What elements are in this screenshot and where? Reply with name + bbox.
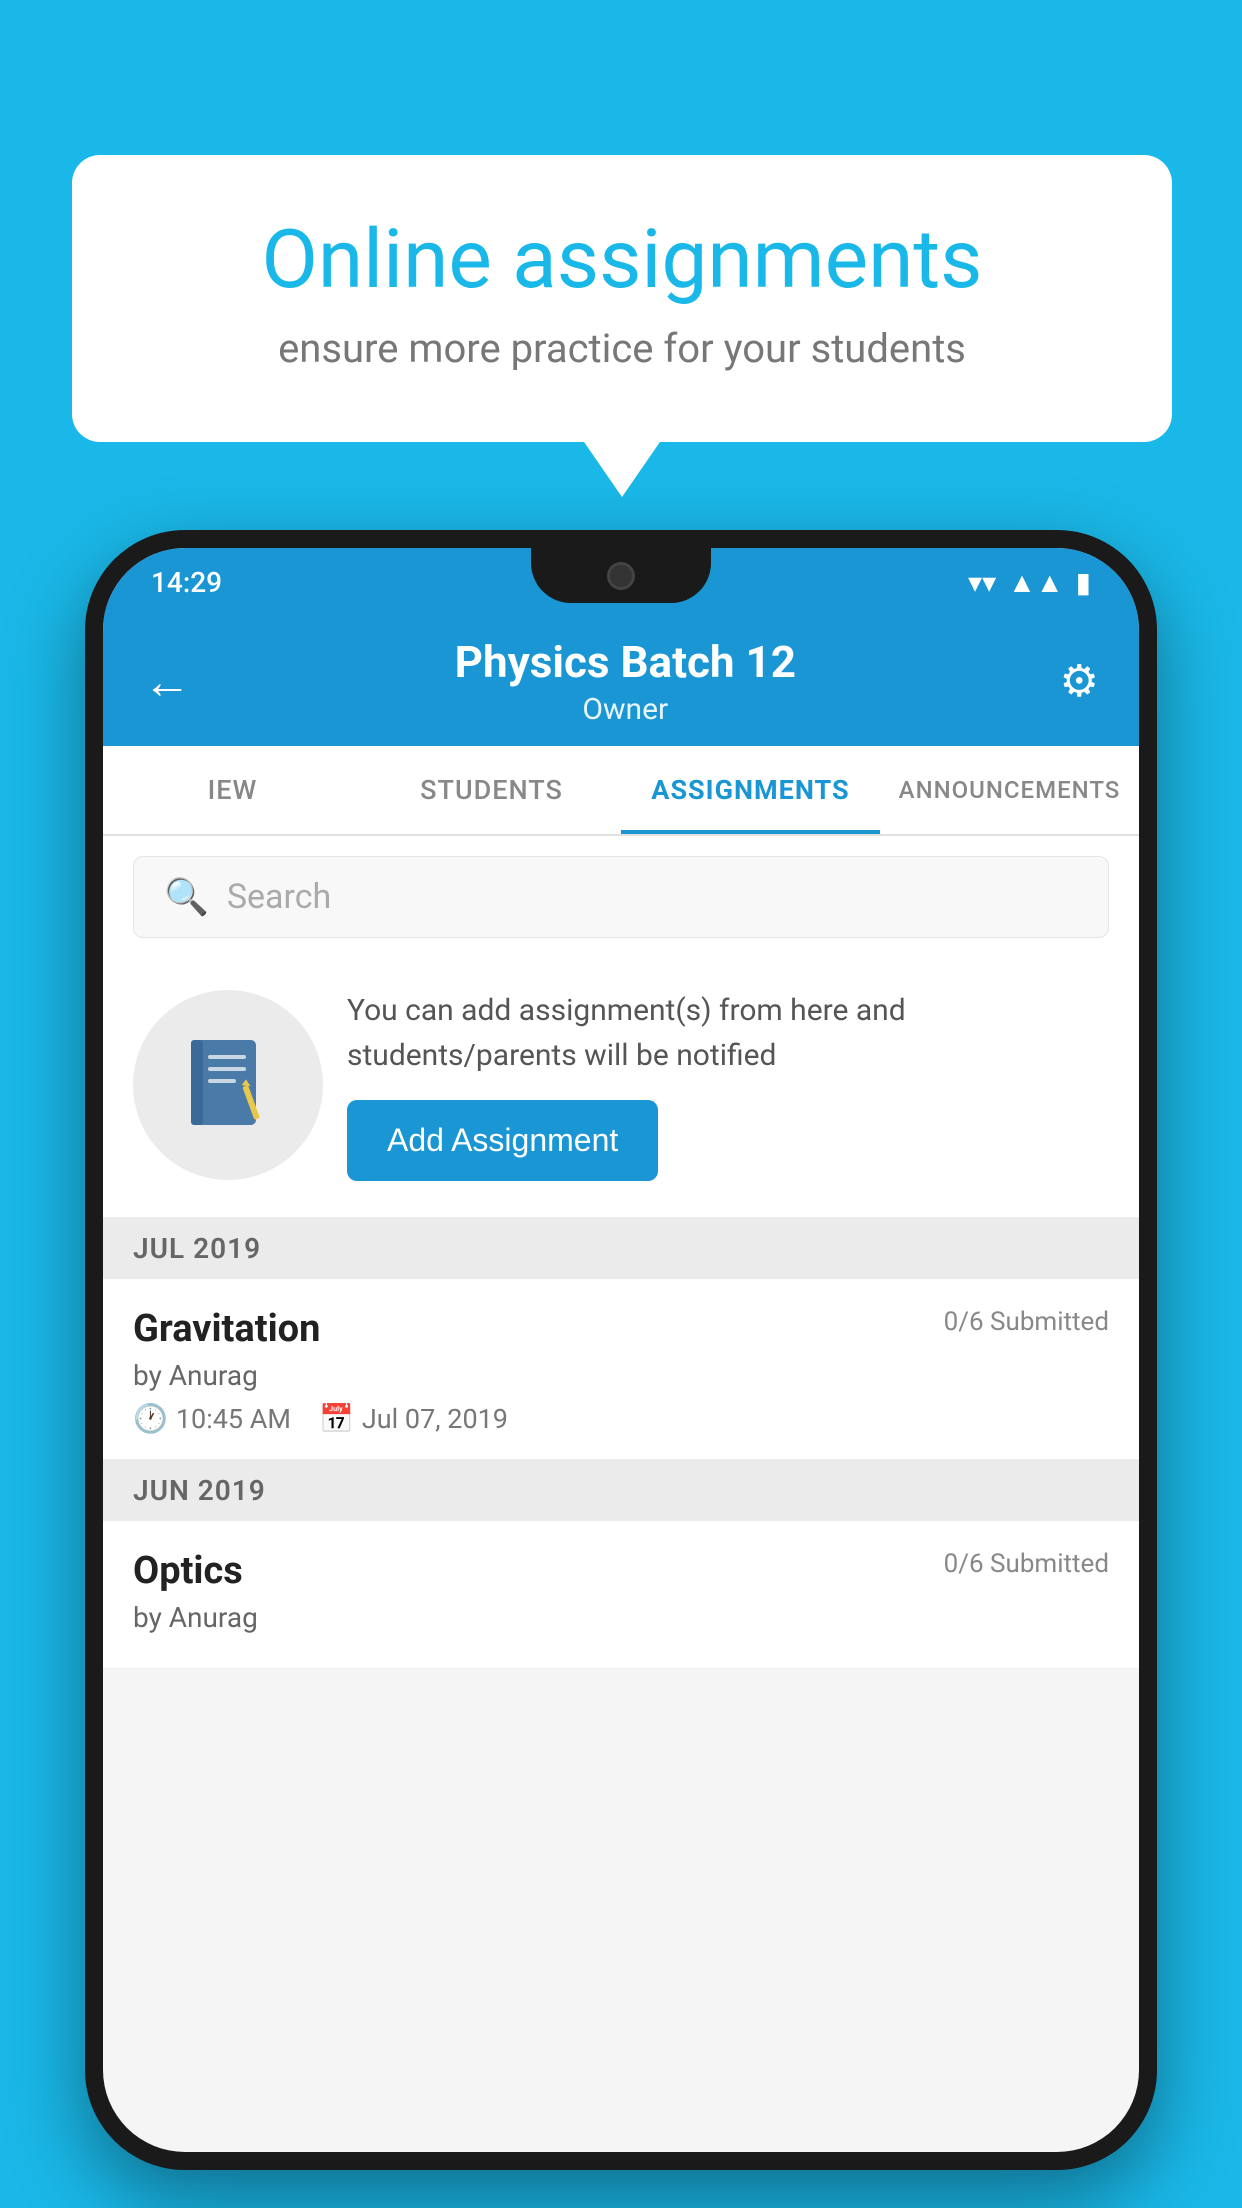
promo-text-block: You can add assignment(s) from here and … (347, 988, 1109, 1181)
assignment-meta: 🕐 10:45 AM 📅 Jul 07, 2019 (133, 1402, 1109, 1435)
header-title-block: Physics Batch 12 Owner (455, 636, 796, 727)
assignment-title: Gravitation (133, 1307, 320, 1351)
search-container: 🔍 Search (103, 836, 1139, 958)
phone-camera (607, 562, 635, 590)
promo-section: You can add assignment(s) from here and … (103, 958, 1139, 1218)
search-icon: 🔍 (164, 876, 209, 918)
assignment-title-optics: Optics (133, 1549, 243, 1593)
phone-frame: 14:29 ▾▾ ▲▲ ▮ ← Physics Batch 12 Owner ⚙ (85, 530, 1157, 2170)
notebook-icon (183, 1035, 273, 1135)
tab-students[interactable]: STUDENTS (362, 746, 621, 834)
tabs-bar: IEW STUDENTS ASSIGNMENTS ANNOUNCEMENTS (103, 746, 1139, 836)
tab-announcements[interactable]: ANNOUNCEMENTS (880, 746, 1139, 834)
assignment-top-row: Gravitation 0/6 Submitted (133, 1307, 1109, 1351)
header-subtitle: Owner (455, 692, 796, 727)
meta-date: 📅 Jul 07, 2019 (319, 1402, 508, 1435)
month-separator-jul: JUL 2019 (103, 1218, 1139, 1279)
calendar-icon: 📅 (319, 1402, 354, 1435)
wifi-icon: ▾▾ (968, 566, 996, 599)
search-placeholder: Search (227, 877, 331, 917)
tab-iew[interactable]: IEW (103, 746, 362, 834)
settings-button[interactable]: ⚙ (1060, 655, 1099, 707)
status-time: 14:29 (151, 566, 222, 599)
meta-time: 🕐 10:45 AM (133, 1402, 291, 1435)
assignment-top-row-optics: Optics 0/6 Submitted (133, 1549, 1109, 1593)
search-bar[interactable]: 🔍 Search (133, 856, 1109, 938)
assignment-item-optics[interactable]: Optics 0/6 Submitted by Anurag (103, 1521, 1139, 1669)
speech-bubble-title: Online assignments (152, 215, 1092, 305)
app-header: ← Physics Batch 12 Owner ⚙ (103, 616, 1139, 746)
phone-notch (531, 548, 711, 603)
header-title: Physics Batch 12 (455, 636, 796, 688)
phone-screen: 14:29 ▾▾ ▲▲ ▮ ← Physics Batch 12 Owner ⚙ (103, 548, 1139, 2152)
phone-wrapper: 14:29 ▾▾ ▲▲ ▮ ← Physics Batch 12 Owner ⚙ (85, 530, 1157, 2170)
speech-bubble-subtitle: ensure more practice for your students (152, 325, 1092, 372)
assignment-author-optics: by Anurag (133, 1601, 1109, 1634)
promo-description: You can add assignment(s) from here and … (347, 988, 1109, 1078)
assignment-author: by Anurag (133, 1359, 1109, 1392)
month-separator-jun: JUN 2019 (103, 1460, 1139, 1521)
assignment-submitted-optics: 0/6 Submitted (944, 1549, 1109, 1579)
assignment-submitted: 0/6 Submitted (944, 1307, 1109, 1337)
add-assignment-button[interactable]: Add Assignment (347, 1100, 658, 1181)
back-button[interactable]: ← (143, 653, 191, 710)
speech-bubble: Online assignments ensure more practice … (72, 155, 1172, 442)
clock-icon: 🕐 (133, 1402, 168, 1435)
speech-bubble-container: Online assignments ensure more practice … (72, 155, 1172, 442)
status-icons: ▾▾ ▲▲ ▮ (968, 566, 1091, 599)
tab-assignments[interactable]: ASSIGNMENTS (621, 746, 880, 834)
assignment-item-gravitation[interactable]: Gravitation 0/6 Submitted by Anurag 🕐 10… (103, 1279, 1139, 1460)
signal-icon: ▲▲ (1008, 566, 1063, 599)
promo-icon-circle (133, 990, 323, 1180)
battery-icon: ▮ (1076, 566, 1091, 599)
